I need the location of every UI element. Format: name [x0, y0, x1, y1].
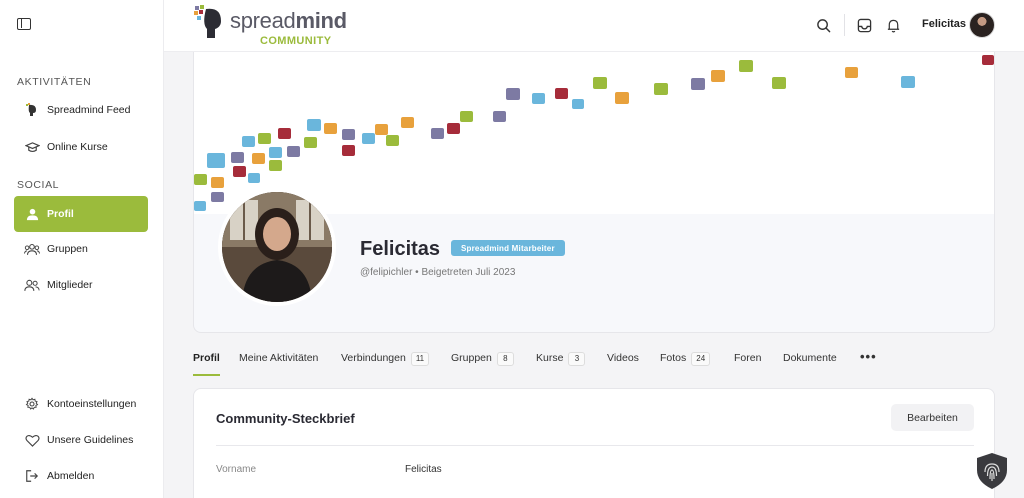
header-divider [844, 14, 845, 36]
sidebar-item-label: Gruppen [47, 243, 88, 255]
community-profile-card: Community-Steckbrief Bearbeiten Vorname … [193, 388, 995, 498]
spreadmind-logo[interactable]: spreadmind COMMUNITY [194, 5, 347, 47]
graduation-cap-icon [24, 139, 40, 155]
inbox-icon[interactable] [855, 16, 873, 34]
sidebar-item-label: Spreadmind Feed [47, 104, 131, 116]
logo-wordmark: spreadmind [230, 8, 347, 34]
sidebar-item-profile[interactable]: Profil [14, 196, 148, 232]
profile-cover-image [194, 52, 994, 214]
section-label-activities: AKTIVITÄTEN [17, 76, 92, 88]
tab-kurse[interactable]: Kurse 3 [536, 352, 586, 376]
fingerprint-shield-icon[interactable] [975, 452, 1009, 490]
profile-photo [222, 192, 332, 302]
heart-icon [24, 432, 40, 448]
profile-name: Felicitas [360, 238, 441, 260]
tab-dokumente[interactable]: Dokumente [783, 352, 837, 376]
tab-verbindungen[interactable]: Verbindungen 11 [341, 352, 430, 376]
tab-label: Gruppen [451, 352, 492, 364]
tab-profil[interactable]: Profil [193, 352, 220, 376]
sidebar-item-guidelines[interactable]: Unsere Guidelines [14, 422, 148, 458]
tab-label: Videos [607, 352, 639, 364]
more-tabs-button[interactable]: ••• [860, 350, 877, 363]
header-avatar[interactable] [969, 12, 995, 38]
logout-icon [24, 468, 40, 484]
search-icon[interactable] [814, 16, 832, 34]
profile-meta: @felipichler • Beigetreten Juli 2023 [360, 267, 516, 278]
profile-card: Felicitas Spreadmind Mitarbeiter @felipi… [193, 52, 995, 333]
sidebar: AKTIVITÄTEN Spreadmind Feed Online Kurse… [0, 0, 164, 498]
tab-gruppen[interactable]: Gruppen 8 [451, 352, 514, 376]
members-icon [24, 277, 40, 293]
tab-label: Fotos [660, 352, 687, 364]
tab-videos[interactable]: Videos [607, 352, 639, 376]
sidebar-item-label: Profil [47, 208, 74, 220]
tab-fotos[interactable]: Fotos 24 [660, 352, 711, 376]
sidebar-item-label: Kontoeinstellungen [47, 398, 137, 410]
top-header: spreadmind COMMUNITY Felicitas [164, 0, 1024, 52]
gear-icon [24, 396, 40, 412]
header-user-name[interactable]: Felicitas [922, 18, 966, 30]
tab-meine-aktivitaeten[interactable]: Meine Aktivitäten [239, 352, 318, 376]
tab-label: Meine Aktivitäten [239, 352, 319, 364]
section-label-social: SOCIAL [17, 179, 60, 191]
section-title: Community-Steckbrief [216, 411, 355, 426]
role-badge: Spreadmind Mitarbeiter [451, 240, 565, 256]
sidebar-item-label: Unsere Guidelines [47, 434, 134, 446]
tab-label: Profil [193, 352, 220, 364]
group-icon [24, 241, 40, 257]
tab-foren[interactable]: Foren [734, 352, 761, 376]
spreadmind-logo-icon [194, 5, 221, 38]
sidebar-item-groups[interactable]: Gruppen [14, 231, 148, 267]
spreadmind-head-icon [24, 102, 40, 118]
sidebar-item-members[interactable]: Mitglieder [14, 267, 148, 303]
tab-count-badge: 3 [568, 352, 586, 366]
field-label-vorname: Vorname [216, 464, 257, 475]
cover-squares-graphic [194, 55, 994, 211]
sidebar-item-account-settings[interactable]: Kontoeinstellungen [14, 386, 148, 422]
logo-wordmark-light: spread [230, 8, 296, 33]
tab-count-badge: 24 [691, 352, 711, 366]
edit-button[interactable]: Bearbeiten [891, 404, 974, 431]
bell-icon[interactable] [884, 16, 902, 34]
sidebar-item-logout[interactable]: Abmelden [14, 458, 148, 494]
sidebar-item-feed[interactable]: Spreadmind Feed [14, 92, 148, 128]
divider [216, 445, 974, 446]
tab-label: Verbindungen [341, 352, 406, 364]
sidebar-toggle-icon[interactable] [17, 18, 31, 30]
sidebar-item-label: Mitglieder [47, 279, 93, 291]
logo-subtitle: COMMUNITY [260, 35, 332, 47]
field-value-vorname: Felicitas [405, 464, 442, 475]
tab-label: Foren [734, 352, 762, 364]
tab-label: Kurse [536, 352, 564, 364]
tab-count-badge: 11 [410, 352, 430, 366]
tab-label: Dokumente [783, 352, 837, 364]
profile-avatar[interactable] [218, 188, 336, 306]
sidebar-item-label: Abmelden [47, 470, 95, 482]
user-icon [24, 206, 40, 222]
tab-count-badge: 8 [496, 352, 514, 366]
logo-wordmark-bold: mind [295, 8, 347, 33]
sidebar-item-label: Online Kurse [47, 141, 108, 153]
sidebar-item-courses[interactable]: Online Kurse [14, 129, 148, 165]
